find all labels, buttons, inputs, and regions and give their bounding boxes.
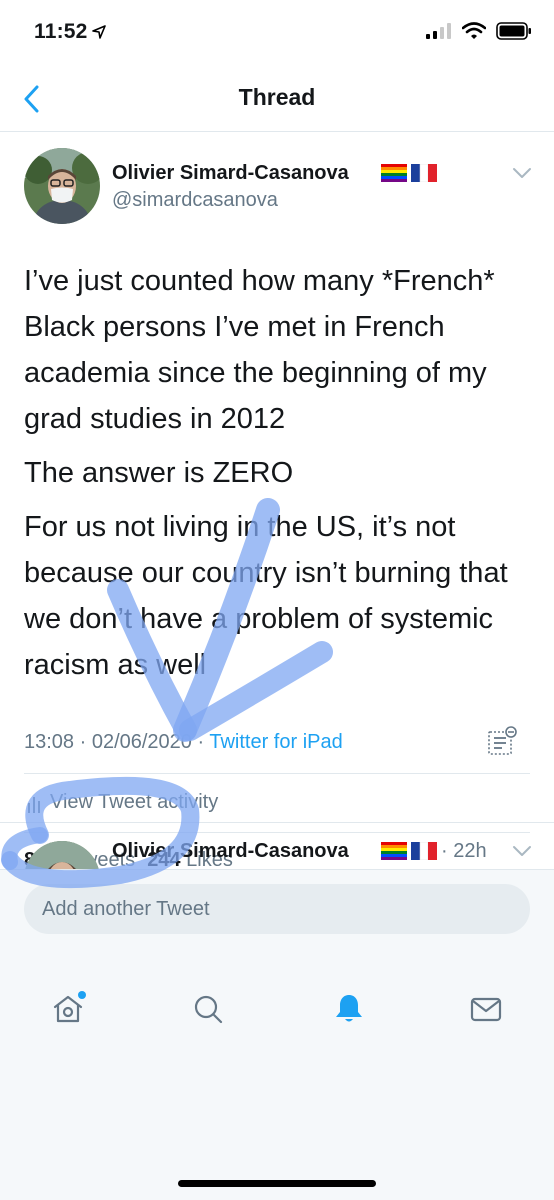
tweet-menu-button[interactable] [512,844,532,862]
notifications-icon [336,995,362,1022]
tweet-timestamp: 13:08 · 02/06/2020 · [24,731,210,753]
navigation-bar: Thread [0,64,554,132]
tab-search[interactable] [190,991,226,1027]
avatar[interactable] [24,841,100,869]
france-flag-icon [411,164,437,182]
rainbow-flag-icon [381,842,407,860]
tweet-source-link[interactable]: Twitter for iPad [209,731,342,753]
divider [24,773,530,774]
tweet-paragraph: For us not living in the US, it’s not be… [24,511,508,681]
reply-author-name[interactable]: Olivier Simard-Casanova [112,840,349,863]
author-name[interactable]: Olivier Simard-Casanova [112,162,349,185]
tweet-meta: 13:08 · 02/06/2020 · Twitter for iPad [24,731,343,754]
rainbow-flag-icon [381,164,407,182]
page-title: Thread [238,84,316,110]
tab-messages[interactable] [468,991,504,1027]
chevron-down-icon [513,846,531,856]
signal-icon [426,23,451,39]
status-time: 11:52 [34,20,106,44]
wifi-icon [462,22,486,39]
tab-notifications[interactable] [331,991,367,1027]
tab-bar [0,947,554,1200]
home-indicator[interactable] [178,1180,376,1187]
avatar[interactable] [24,148,100,224]
notes-button[interactable] [486,726,518,763]
tab-home[interactable] [50,991,86,1027]
tweet-text: I’ve just counted how many *French* Blac… [24,258,534,696]
profile-flags [381,842,437,860]
location-arrow-icon [91,25,106,39]
reply-tweet-preview[interactable]: Olivier Simard-Casanova · 22h [0,823,554,869]
avatar-image [24,841,100,869]
view-tweet-activity-label: View Tweet activity [50,791,219,813]
author-handle[interactable]: @simardcasanova [112,189,278,212]
notes-icon [488,726,517,755]
clock-text: 11:52 [34,20,88,43]
add-tweet-input[interactable] [24,884,530,934]
search-icon [194,995,223,1024]
chevron-down-icon [513,168,531,178]
bar-chart-icon [28,796,40,813]
view-tweet-activity-link[interactable]: View Tweet activity [28,791,218,814]
status-bar: 11:52 [0,0,554,64]
battery-icon [496,22,531,40]
profile-flags [381,164,437,182]
messages-icon [470,997,502,1022]
france-flag-icon [411,842,437,860]
reply-time: · 22h [441,840,487,862]
tweet-paragraph: The answer is ZERO [24,457,294,489]
tweet-menu-button[interactable] [512,166,532,184]
new-content-dot [78,991,86,999]
status-icons [426,22,532,40]
tweet-paragraph: I’ve just counted how many *French* Blac… [24,265,495,435]
compose-bar [0,869,554,947]
avatar-image [24,148,100,224]
